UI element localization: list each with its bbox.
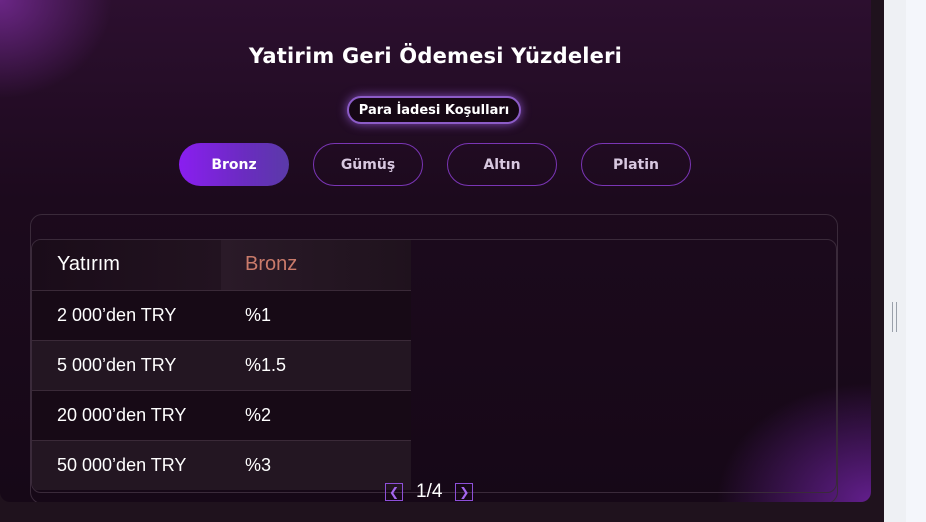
chevron-left-icon: ❮: [388, 485, 400, 499]
percent-cell: %2: [221, 389, 411, 440]
tab-gumus[interactable]: Gümüş: [313, 143, 423, 186]
percent-cell: %1.5: [221, 339, 411, 390]
refund-conditions-button[interactable]: Para İadesi Koşulları: [347, 96, 521, 124]
chevron-right-icon: ❯: [459, 485, 470, 499]
percent-cell: %3: [221, 439, 411, 490]
page-indicator: 1/4: [416, 481, 443, 502]
page-right-area: [906, 0, 926, 522]
tab-bronz[interactable]: Bronz: [179, 143, 289, 186]
tab-altin[interactable]: Altın: [447, 143, 557, 186]
percent-cell: %1: [221, 289, 411, 340]
table-header-row: Yatırım Bronz: [32, 240, 411, 290]
resize-handle[interactable]: [892, 302, 897, 332]
investment-cell: 5 000’den TRY: [32, 339, 221, 390]
table-row: 50 000’den TRY %3: [32, 439, 411, 490]
next-page-button[interactable]: ❯: [455, 483, 474, 501]
table-row: 5 000’den TRY %1.5: [32, 339, 411, 390]
header-investment: Yatırım: [32, 240, 221, 290]
page-gutter: [884, 0, 906, 522]
investment-cell: 2 000’den TRY: [32, 289, 221, 340]
investment-cell: 20 000’den TRY: [32, 389, 221, 440]
table-row: 2 000’den TRY %1: [32, 289, 411, 340]
header-tier: Bronz: [221, 240, 411, 290]
pagination: ❮ 1/4 ❯: [385, 481, 474, 502]
investment-cell: 50 000’den TRY: [32, 439, 221, 490]
prev-page-button[interactable]: ❮: [385, 483, 403, 501]
tier-table: Yatırım Bronz 2 000’den TRY %1 5 000’den…: [32, 240, 411, 490]
table-row: 20 000’den TRY %2: [32, 389, 411, 440]
tab-platin[interactable]: Platin: [581, 143, 691, 186]
section-title: Yatirim Geri Ödemesi Yüzdeleri: [248, 44, 623, 68]
tier-table-frame: Yatırım Bronz 2 000’den TRY %1 5 000’den…: [31, 239, 837, 493]
cashback-panel: Yatirim Geri Ödemesi Yüzdeleri Para İade…: [0, 0, 871, 502]
